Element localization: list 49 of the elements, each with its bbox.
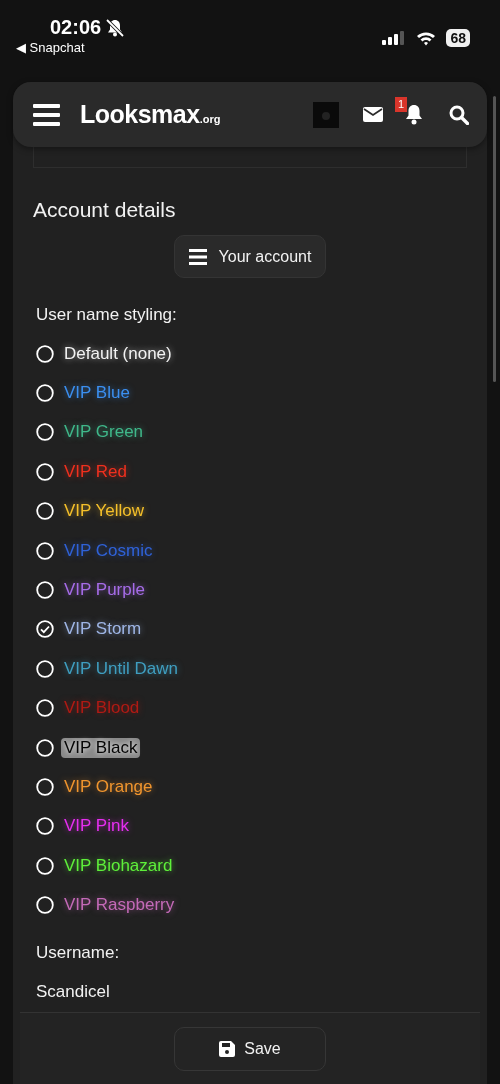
radio-option[interactable]: VIP Orange <box>36 767 467 807</box>
signal-icon <box>382 31 407 45</box>
scrollbar[interactable] <box>493 96 496 382</box>
back-link[interactable]: ◀ Snapchat <box>16 40 85 55</box>
username-value: Scandicel <box>35 981 111 1002</box>
radio-icon <box>36 738 54 757</box>
radio-option[interactable]: VIP Until Dawn <box>36 649 467 689</box>
radio-icon <box>36 699 54 718</box>
radio-icon <box>36 423 54 442</box>
battery-level: 68 <box>446 29 470 47</box>
mail-icon[interactable] <box>363 107 383 122</box>
field-label: User name styling: <box>36 305 178 325</box>
site-logo[interactable]: Looksmax <box>80 100 200 129</box>
radio-icon <box>36 659 54 678</box>
radio-option[interactable]: VIP Pink <box>36 806 467 847</box>
radio-icon <box>36 502 54 521</box>
wifi-icon <box>416 30 437 46</box>
radio-option[interactable]: Default (none) <box>36 334 467 374</box>
radio-icon <box>36 344 54 363</box>
radio-option[interactable]: VIP Green <box>36 412 467 453</box>
radio-icon <box>36 778 54 796</box>
radio-option[interactable]: VIP Storm <box>36 609 467 650</box>
radio-icon <box>36 462 54 481</box>
radio-icon <box>36 896 54 915</box>
checked-radio-icon <box>36 620 54 639</box>
radio-option[interactable]: VIP Yellow <box>36 491 467 531</box>
notification-badge: 1 <box>395 97 408 112</box>
radio-option[interactable]: VIP Purple <box>36 570 467 610</box>
radio-option[interactable]: VIP Raspberry <box>36 885 467 925</box>
radio-option[interactable]: VIP Blue <box>36 373 467 413</box>
search-icon[interactable] <box>449 104 469 125</box>
muted-bell-icon <box>105 17 126 38</box>
save-button[interactable]: Save <box>174 1026 326 1071</box>
field-label: Username: <box>35 942 121 963</box>
account-menu-button[interactable]: Your account <box>173 235 327 278</box>
logo-domain: .org <box>199 113 221 125</box>
radio-icon <box>36 541 54 560</box>
radio-option[interactable]: VIP Red <box>36 452 467 492</box>
radio-icon <box>36 384 54 403</box>
radio-icon <box>36 856 54 875</box>
radio-icon <box>36 817 54 836</box>
radio-icon <box>36 581 54 600</box>
menu-icon <box>188 248 207 265</box>
menu-icon <box>33 103 60 126</box>
page-title: Account details <box>33 198 177 222</box>
bell-icon[interactable] <box>405 104 423 125</box>
radio-option[interactable]: VIP Biohazard <box>36 846 467 886</box>
clock-time: 02:06 <box>50 16 102 39</box>
radio-option[interactable]: VIP Black <box>36 727 467 768</box>
